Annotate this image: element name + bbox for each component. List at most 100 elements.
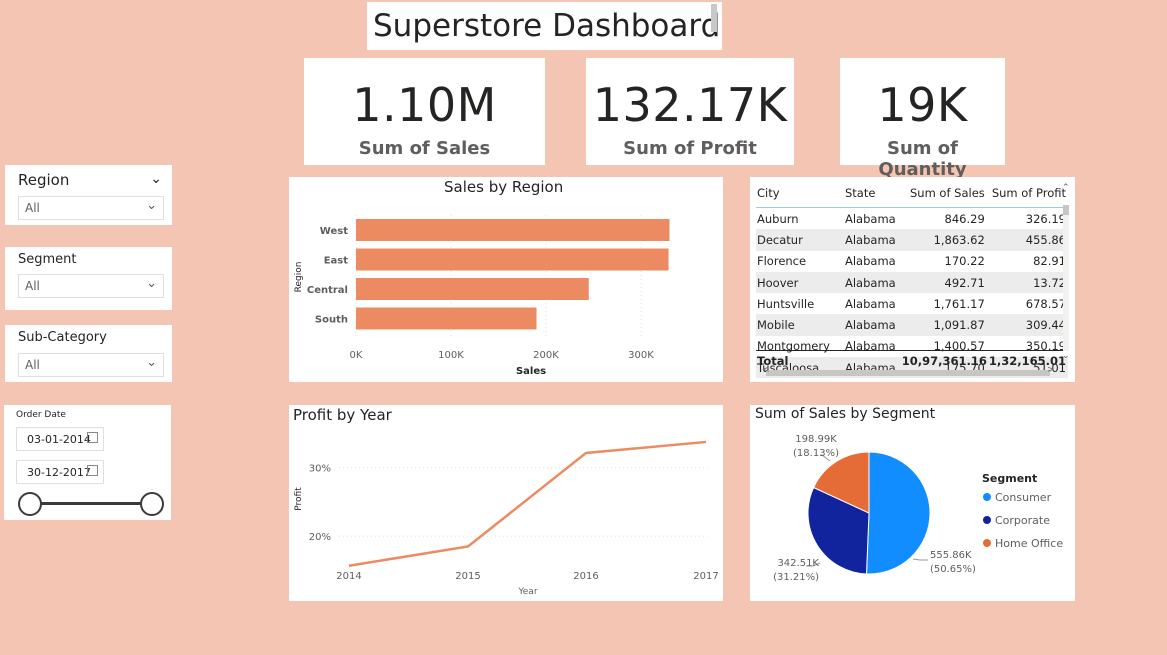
legend-item-consumer[interactable]: Consumer	[995, 491, 1052, 504]
table-cell-state: Alabama	[844, 229, 904, 251]
line-y-tick-label: 20%	[309, 532, 331, 543]
subcategory-dropdown-value: All	[25, 358, 40, 372]
pie-legend-title: Segment	[982, 472, 1037, 485]
calendar-icon[interactable]	[87, 465, 98, 476]
line-y-tick-label: 30%	[309, 463, 331, 474]
sales-by-region-chart[interactable]: Sales by Region West East Central South 0K 1…	[289, 177, 723, 382]
table-cell-profit: 326.19	[1025, 211, 1066, 226]
table-cell-city: Auburn	[757, 211, 799, 226]
text-cursor	[711, 4, 717, 32]
region-dropdown-value: All	[25, 201, 40, 215]
scroll-down-icon[interactable]: ⌄	[1062, 351, 1070, 361]
table-cell-city: Huntsville	[757, 296, 815, 311]
column-header-profit[interactable]: Sum of Profit	[985, 179, 1068, 208]
table-cell-profit: 13.72	[985, 271, 1068, 294]
line-chart-plot: 30% 20% 2014 2015 2016 2017 Profit Year	[294, 440, 719, 597]
column-header-city[interactable]: City	[756, 179, 844, 208]
table-cell-state: Alabama	[845, 254, 896, 269]
table-cell-sales: 846.29	[944, 211, 985, 226]
pie-label-home-office-pct: (18.13%)	[793, 448, 839, 459]
segment-slicer[interactable]: Segment All ⌄	[5, 247, 172, 310]
end-date-input[interactable]: 30-12-2017	[16, 460, 104, 484]
region-dropdown[interactable]: All ⌄	[18, 196, 164, 220]
vertical-scrollbar-thumb[interactable]	[1063, 205, 1069, 215]
table-cell-state: Alabama	[845, 211, 896, 226]
kpi-profit-label: Sum of Profit	[623, 138, 757, 159]
pie-label-corporate-pct: (31.21%)	[773, 572, 819, 583]
kpi-sales-label: Sum of Sales	[358, 138, 491, 159]
table-cell-profit: 678.57	[1025, 296, 1066, 311]
bar-east[interactable]	[356, 248, 669, 271]
table-cell-sales: 492.71	[904, 271, 986, 294]
city-sales-table[interactable]: City State Sum of Sales Sum of Profit Au…	[750, 177, 1075, 382]
segment-dropdown[interactable]: All ⌄	[18, 274, 164, 298]
scroll-left-icon[interactable]: <	[762, 365, 770, 375]
chevron-down-icon: ⌄	[146, 355, 157, 370]
date-range-track[interactable]	[30, 502, 152, 505]
chevron-down-icon[interactable]: ⌄	[150, 171, 162, 187]
region-slicer[interactable]: Region ⌄ All ⌄	[5, 165, 172, 225]
dashboard-title-box[interactable]: Superstore Dashboard	[367, 2, 722, 50]
table-row[interactable]: Hoover Alabama 492.71 13.72	[756, 271, 1068, 294]
kpi-quantity-label: Sum of Quantity	[878, 138, 967, 180]
legend-item-home-office[interactable]: Home Office	[995, 537, 1063, 550]
bar-west[interactable]	[356, 219, 670, 241]
table-cell-city: Hoover	[756, 271, 844, 294]
bar-south[interactable]	[356, 307, 537, 330]
total-sales: 10,97,361.16	[900, 350, 988, 371]
subcategory-slicer[interactable]: Sub-Category All ⌄	[5, 325, 172, 382]
table-row[interactable]: Mobile Alabama 1,091.87 309.44	[756, 314, 1068, 336]
kpi-sales-value: 1.10M	[352, 78, 497, 132]
bar-central[interactable]	[356, 278, 589, 300]
kpi-card-quantity[interactable]: 19K Sum of Quantity	[840, 58, 1005, 180]
vertical-scrollbar[interactable]	[1063, 205, 1069, 351]
table-row[interactable]: Decatur Alabama 1,863.62 455.86	[756, 229, 1068, 251]
subcategory-dropdown[interactable]: All ⌄	[18, 353, 164, 377]
date-range-start-handle[interactable]	[18, 492, 42, 516]
table-cell-profit: 309.44	[985, 314, 1068, 336]
kpi-card-sales[interactable]: 1.10M Sum of Sales	[304, 58, 545, 165]
profit-by-year-chart[interactable]: Profit by Year 30% 20% 2014 2015 2016 2017 P…	[289, 405, 723, 601]
pie-chart-plot: 555.86K (50.65%) 342.51K (31.21%) 198.99…	[773, 434, 1063, 583]
line-x-axis-label: Year	[517, 587, 537, 597]
chevron-down-icon: ⌄	[146, 276, 157, 291]
table-cell-sales: 1,863.62	[904, 229, 986, 251]
table-row[interactable]: Florence Alabama 170.22 82.91	[756, 251, 1068, 272]
subcategory-slicer-label: Sub-Category	[18, 330, 107, 345]
table-header-row: City State Sum of Sales Sum of Profit	[756, 179, 1068, 208]
table-cell-city: Mobile	[756, 314, 844, 336]
table-cell-sales: 1,091.87	[904, 314, 986, 336]
segment-dropdown-value: All	[25, 279, 40, 293]
scroll-right-icon[interactable]: >	[1047, 365, 1055, 375]
column-header-sales[interactable]: Sum of Sales	[904, 179, 986, 208]
bar-category-label: South	[315, 315, 348, 326]
line-x-tick-label: 2017	[693, 571, 718, 582]
scroll-up-icon[interactable]: ⌃	[1062, 183, 1070, 193]
pie-leader-line-consumer	[912, 558, 928, 561]
table-cell-state: Alabama	[845, 296, 896, 311]
kpi-quantity-value: 19K	[877, 78, 968, 132]
segment-slicer-label: Segment	[18, 252, 77, 267]
kpi-profit-value: 132.17K	[592, 78, 788, 132]
table-cell-city: Florence	[757, 254, 807, 269]
kpi-card-profit[interactable]: 132.17K Sum of Profit	[586, 58, 794, 165]
bar-category-label: East	[324, 256, 349, 267]
table-cell-profit: 82.91	[1033, 254, 1066, 269]
line-x-tick-label: 2014	[336, 571, 361, 582]
column-header-state[interactable]: State	[844, 179, 904, 208]
line-x-tick-label: 2016	[573, 571, 598, 582]
table-row[interactable]: Auburn Alabama 846.29 326.19	[756, 208, 1068, 230]
order-date-slicer[interactable]: Order Date 03-01-2014 30-12-2017	[4, 405, 171, 520]
calendar-icon[interactable]	[87, 432, 98, 443]
sales-by-segment-chart[interactable]: Sum of Sales by Segment 555.86K (50.65%)…	[750, 405, 1075, 601]
bar-y-axis-label: Region	[294, 262, 304, 293]
date-range-end-handle[interactable]	[140, 492, 164, 516]
legend-item-corporate[interactable]: Corporate	[995, 514, 1050, 527]
horizontal-scrollbar[interactable]	[766, 370, 1050, 376]
start-date-value: 03-01-2014	[27, 433, 91, 446]
order-date-label: Order Date	[16, 410, 66, 420]
start-date-input[interactable]: 03-01-2014	[16, 427, 104, 451]
pie-slice-consumer[interactable]	[865, 451, 931, 575]
table-row[interactable]: Huntsville Alabama 1,761.17 678.57	[756, 293, 1068, 314]
bar-x-tick-label: 200K	[533, 350, 559, 361]
